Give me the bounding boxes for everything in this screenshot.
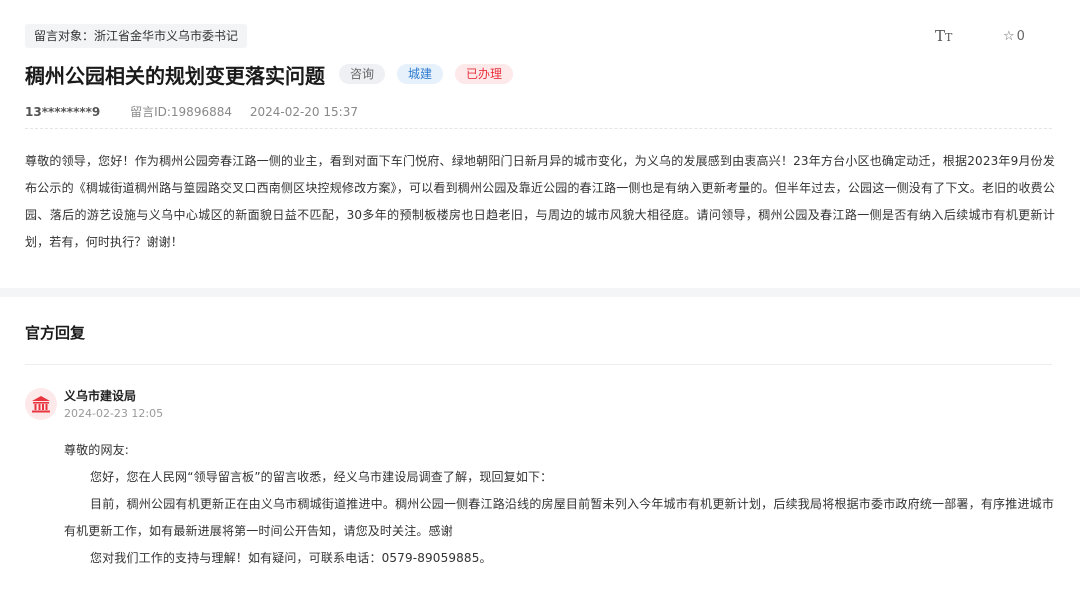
government-building-icon <box>32 396 50 413</box>
reply-paragraph: 您对我们工作的支持与理解！如有疑问，可联系电话：0579-89059885。 <box>90 551 492 565</box>
reply-greeting: 尊敬的网友: <box>64 443 129 457</box>
page-title: 稠州公园相关的规划变更落实问题 <box>25 63 325 88</box>
reply-date: 2024-02-23 12:05 <box>64 407 164 420</box>
section-separator <box>0 288 1080 297</box>
message-id: 留言ID:19896884 <box>130 105 232 119</box>
status-badge: 已办理 <box>455 64 514 84</box>
favorite-count: 0 <box>1016 29 1025 44</box>
favorite-button[interactable]: ☆ 0 <box>1003 29 1025 44</box>
post-datetime: 2024-02-20 15:37 <box>249 105 358 119</box>
reply-content: 尊敬的网友: 您好，您在人民网“领导留言板”的留言收悉，经义乌市建设局调查了解，… <box>64 437 1054 572</box>
reply-org-name: 义乌市建设局 <box>64 389 137 403</box>
star-icon: ☆ <box>1003 29 1015 44</box>
font-size-icon[interactable]: TT <box>935 27 952 45</box>
divider <box>25 364 1052 365</box>
recipient-label: 留言对象：浙江省金华市义乌市委书记 <box>25 24 248 48</box>
toolbar: TT ☆ 0 <box>935 27 1055 49</box>
tag-category: 咨询 <box>339 64 386 84</box>
reply-section-title: 官方回复 <box>25 324 86 342</box>
avatar <box>25 388 57 420</box>
reply-paragraph: 目前，稠州公园有机更新正在由义乌市稠城街道推进中。稠州公园一侧春江路沿线的房屋目… <box>64 497 1054 538</box>
message-section: 留言对象：浙江省金华市义乌市委书记 TT ☆ 0 稠州公园相关的规划变更落实问题 … <box>0 0 1080 288</box>
title-row: 稠州公园相关的规划变更落实问题 咨询 城建 已办理 <box>25 60 514 88</box>
divider <box>25 128 1052 129</box>
poster-id: 13********9 <box>25 105 101 119</box>
reply-paragraph: 您好，您在人民网“领导留言板”的留言收悉，经义乌市建设局调查了解，现回复如下： <box>90 470 553 484</box>
message-content: 尊敬的领导，您好！作为稠州公园旁春江路一侧的业主，看到对面下车门悦府、绿地朝阳门… <box>25 154 1055 249</box>
tag-field: 城建 <box>397 64 444 84</box>
post-meta: 13********9 留言ID:19896884 2024-02-20 15:… <box>25 103 358 120</box>
